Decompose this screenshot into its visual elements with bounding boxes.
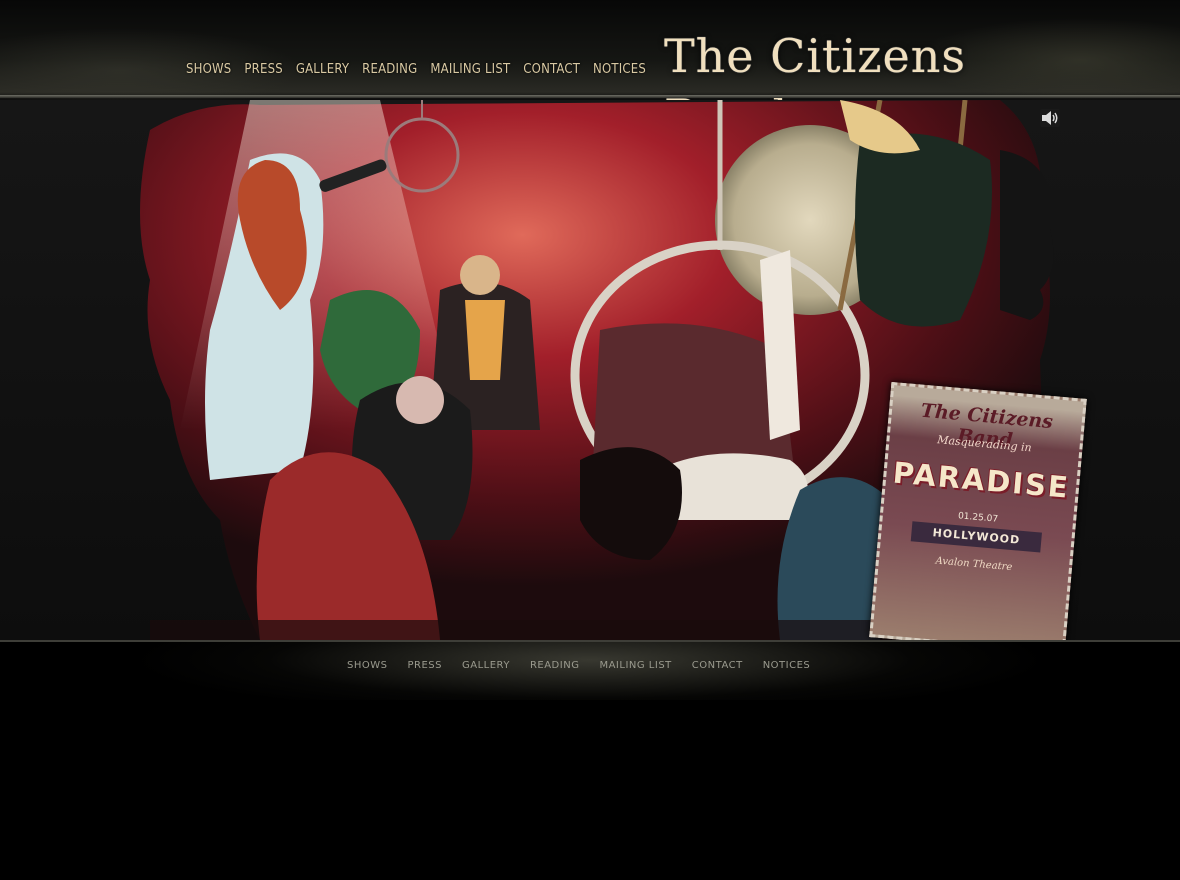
nav-shows[interactable]: SHOWS [186, 62, 231, 84]
footer-nav-reading[interactable]: READING [530, 660, 580, 671]
footer-nav-gallery[interactable]: GALLERY [462, 660, 510, 671]
site-header: SHOWS PRESS GALLERY READING MAILING LIST… [0, 0, 1180, 143]
footer-nav-press[interactable]: PRESS [407, 660, 442, 671]
event-poster[interactable]: The Citizens Band Masquerading in PARADI… [869, 381, 1087, 640]
top-nav: SHOWS PRESS GALLERY READING MAILING LIST… [186, 62, 659, 84]
poster-venue: Avalon Theatre [935, 555, 1013, 574]
speaker-icon[interactable] [1040, 109, 1060, 127]
footer-nav-contact[interactable]: CONTACT [692, 660, 743, 671]
footer-nav-notices[interactable]: NOTICES [763, 660, 811, 671]
poster-headline: PARADISE [891, 455, 1072, 505]
nav-mailing-list[interactable]: MAILING LIST [430, 62, 510, 84]
nav-notices[interactable]: NOTICES [593, 62, 646, 84]
footer-nav-shows[interactable]: SHOWS [347, 660, 387, 671]
nav-reading[interactable]: READING [362, 62, 417, 84]
tuxedo-vest [465, 300, 505, 380]
footer-divider [0, 640, 1180, 642]
header-divider [0, 95, 1180, 98]
polka-dot-face [396, 376, 444, 424]
footer-nav: SHOWS PRESS GALLERY READING MAILING LIST… [347, 660, 830, 671]
hero-collage: The Citizens Band Masquerading in PARADI… [0, 100, 1180, 640]
tuxedo-head [460, 255, 500, 295]
footer-nav-mailing-list[interactable]: MAILING LIST [599, 660, 671, 671]
nav-gallery[interactable]: GALLERY [296, 62, 349, 84]
site-footer: SHOWS PRESS GALLERY READING MAILING LIST… [0, 640, 1180, 700]
nav-contact[interactable]: CONTACT [523, 62, 580, 84]
speaker-glyph [1042, 111, 1058, 125]
site-logo[interactable]: The Citizens Band [664, 26, 986, 143]
nav-press[interactable]: PRESS [244, 62, 282, 84]
